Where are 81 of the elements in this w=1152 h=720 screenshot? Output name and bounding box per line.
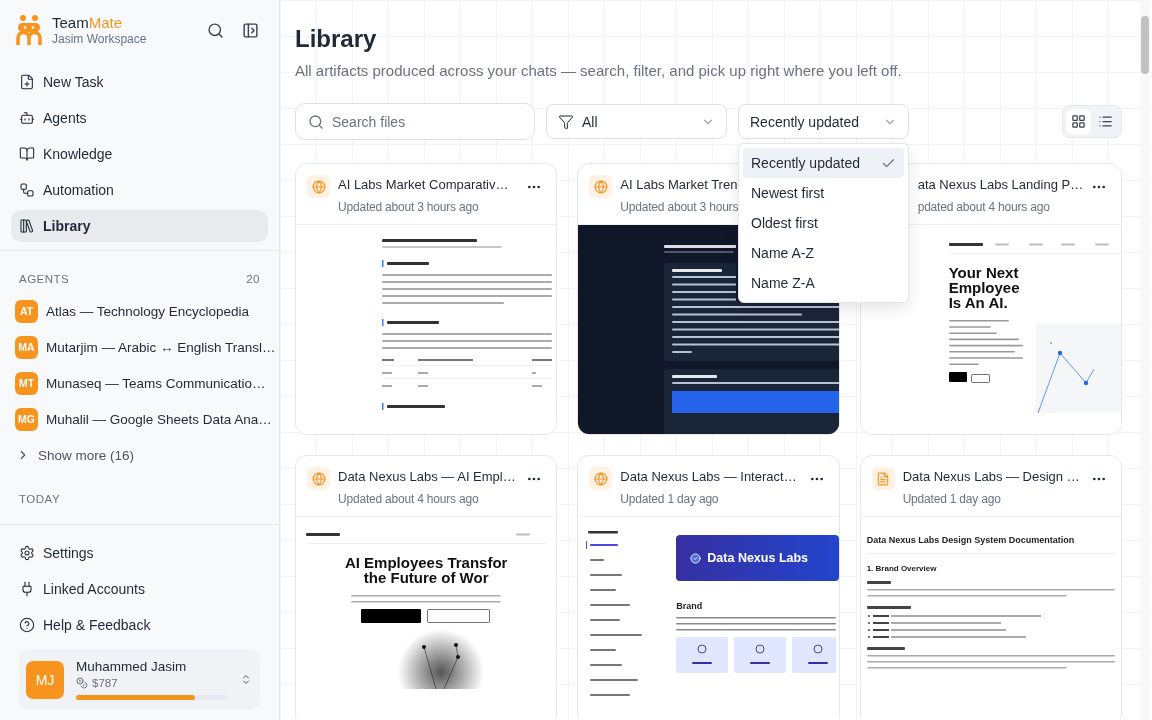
preview-heading: Brand [676, 601, 703, 611]
library-icon [19, 218, 35, 234]
sidebar-nav-item[interactable]: Automation [11, 174, 268, 206]
card-title: Data Nexus Labs — Design … [902, 468, 1080, 486]
card-updated-time: Updated about 4 hours ago [338, 492, 479, 506]
workspace-name: Jasim Workspace [52, 32, 147, 46]
settings-icon [19, 545, 35, 561]
user-card[interactable]: MJ Muhammed Jasim $787 [19, 649, 260, 710]
preview-heading: Data Nexus Labs Design System Documentation [866, 535, 1076, 545]
robot-icon [19, 110, 35, 126]
grid-view-button[interactable] [1066, 109, 1091, 134]
section-heading: TODAY [19, 493, 61, 505]
card-updated-time: pdated about 4 hours ago [917, 200, 1050, 214]
globe-icon [307, 175, 330, 198]
preview-subheading: 1. Brand Overview [866, 564, 938, 573]
chevrons-icon [240, 672, 252, 687]
sidebar-footer-item[interactable]: Linked Accounts [11, 571, 268, 607]
globe-icon [589, 467, 613, 490]
filter-icon [558, 113, 574, 130]
agent-avatar: AT [15, 299, 38, 323]
user-name: Muhammed Jasim [76, 659, 187, 674]
agent-count: 20 [246, 273, 260, 285]
show-more-link[interactable]: Show more (16) [0, 437, 279, 473]
agent-avatar: MG [15, 407, 38, 431]
user-avatar: MJ [26, 660, 64, 699]
workflow-icon [19, 182, 35, 198]
globe-icon [589, 175, 613, 198]
sidebar-nav-item[interactable]: New Task [11, 66, 268, 98]
sidebar-footer-item[interactable]: Help & Feedback [11, 607, 268, 643]
card-updated-time: Updated about 3 hours ago [338, 200, 479, 214]
agent-item[interactable]: AT Atlas — Technology Encyclopedia [0, 293, 279, 329]
filter-select[interactable]: All [546, 104, 727, 139]
sidebar-nav-item[interactable]: Agents [11, 102, 268, 134]
artifact-card[interactable]: AI Labs Market Comparativ… Updated about 3 hours ago [295, 163, 558, 435]
card-updated-time: Updated 1 day ago [620, 492, 719, 506]
search-icon [308, 113, 324, 130]
card-title: AI Labs Market Comparativ… [338, 176, 509, 194]
list-icon [1098, 114, 1113, 129]
document-icon [871, 467, 895, 490]
preview-headline: Your Next Employee Is An AI. [948, 265, 1020, 310]
plug-icon [19, 581, 35, 597]
sort-select[interactable]: Recently updated [738, 104, 909, 139]
section-heading: AGENTS [19, 273, 70, 285]
book-icon [19, 146, 35, 162]
logo-icon [16, 14, 42, 46]
globe-icon [307, 467, 330, 490]
agent-item[interactable]: MT Munaseq — Teams Communicatio… [0, 365, 279, 401]
sidebar-nav-item[interactable]: Knowledge [11, 138, 268, 170]
check-circle-icon [690, 552, 702, 564]
sidebar-nav-item[interactable]: Library [11, 210, 268, 242]
panel-icon [242, 21, 259, 39]
sort-option[interactable]: Recently updated [743, 148, 904, 178]
agent-avatar: MA [15, 335, 38, 359]
agent-item[interactable]: MA Mutarjim — Arabic ↔ English Transl… [0, 329, 279, 365]
credit-balance: $787 [76, 677, 118, 689]
grid-icon [1071, 114, 1086, 129]
agent-item[interactable]: MG Muhalil — Google Sheets Data Ana… [0, 401, 279, 437]
search-icon [207, 21, 224, 39]
search-input[interactable]: Search files [332, 113, 522, 130]
preview-banner-title: Data Nexus Labs [707, 551, 809, 565]
card-title: Data Nexus Labs — Interact… [620, 468, 797, 486]
search-field[interactable]: Search files [295, 103, 535, 140]
artifact-card[interactable]: Data Nexus Labs — Interact… Updated 1 day ago Data Nexus Labs Brand [577, 455, 840, 720]
card-updated-time: Updated about 3 hours [620, 200, 739, 214]
card-updated-time: Updated 1 day ago [902, 492, 1001, 506]
card-title: Data Nexus Labs — AI Empl… [338, 468, 516, 486]
help-icon [19, 617, 35, 633]
artifact-card[interactable]: ata Nexus Labs Landing P… pdated about 4 hours ago Your Next Employee Is An AI. [859, 163, 1122, 435]
page-title: Library [295, 24, 378, 54]
preview-headline: AI Employees Transfor the Future of Wor [344, 555, 508, 585]
file-plus-icon [19, 74, 35, 90]
agent-avatar: MT [15, 371, 38, 395]
buttons-drawing [948, 372, 990, 383]
artifact-card[interactable]: Data Nexus Labs — Design … Updated 1 day ago Data Nexus Labs Design System Documentation 1. Brand Overview [859, 455, 1122, 720]
brand-name: TeamMate [52, 14, 123, 32]
coins-icon [76, 677, 88, 689]
card-title: ata Nexus Labs Landing P… [917, 176, 1084, 194]
artifact-card[interactable]: Data Nexus Labs — AI Empl… Updated about 4 hours ago AI Employees Transfor the Future of Wor [295, 455, 558, 720]
page-subtitle: All artifacts produced across your chats — search, filter, and pick up right where you left off. [295, 62, 903, 79]
card-title: AI Labs Market Tren [620, 176, 738, 194]
sidebar-footer-item[interactable]: Settings [11, 535, 268, 571]
